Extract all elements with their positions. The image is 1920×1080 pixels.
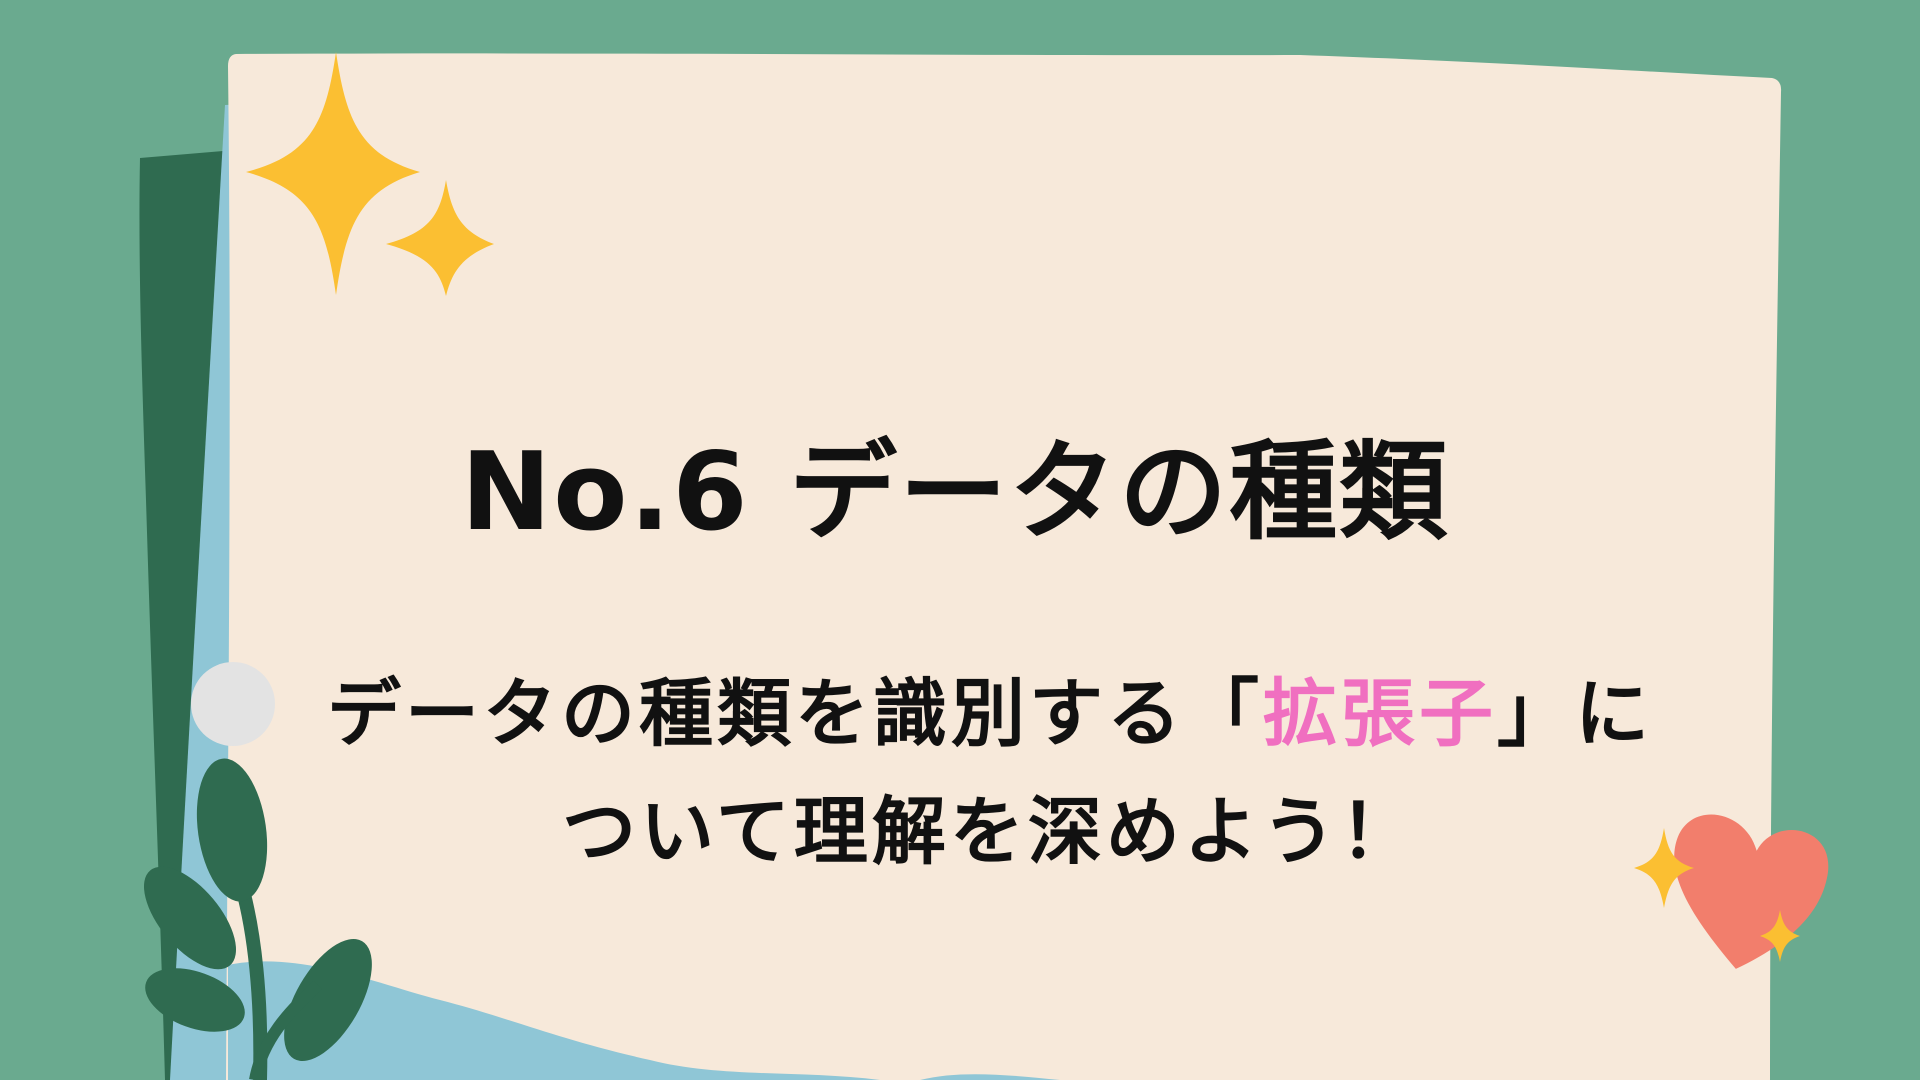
subtitle-line-2: ついて理解を深めよう！ bbox=[562, 789, 1418, 875]
subtitle-text-before: データの種類を識別する「 bbox=[327, 671, 1263, 757]
main-paper bbox=[226, 53, 1782, 1080]
subtitle-highlight-extension: 拡張子 bbox=[1263, 671, 1497, 757]
subtitle-line-1: データの種類を識別する「拡張子」に bbox=[240, 655, 1740, 773]
subtitle-text-after: 」に bbox=[1497, 671, 1653, 757]
subtitle: データの種類を識別する「拡張子」に ついて理解を深めよう！ bbox=[240, 655, 1740, 891]
page-title: No.6 データの種類 bbox=[460, 430, 1450, 555]
